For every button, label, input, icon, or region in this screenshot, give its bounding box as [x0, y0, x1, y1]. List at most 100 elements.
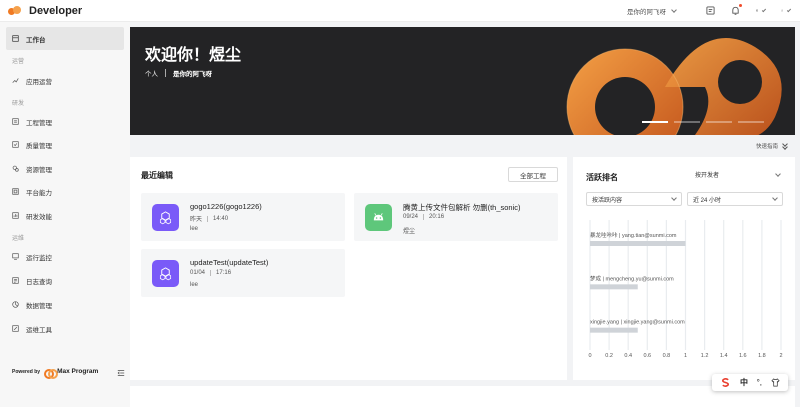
project-name: 腾黄上传文件包解析 勿删(th_sonic) — [403, 203, 521, 212]
x-tick-label: 1.8 — [758, 353, 766, 359]
sidebar-item-quality[interactable]: 质量管理 — [6, 133, 124, 156]
sidebar-item-project[interactable]: 工程管理 — [6, 110, 124, 133]
pager-dot[interactable] — [674, 121, 700, 123]
android-icon — [365, 204, 392, 231]
team-switcher[interactable]: 是你的阿飞呀 — [627, 6, 677, 16]
document-icon[interactable] — [706, 6, 715, 15]
x-tick-label: 0.4 — [624, 353, 632, 359]
bar[interactable] — [590, 327, 638, 333]
activity-ranking-title: 活跃排名 — [586, 173, 618, 182]
ime-toolbar[interactable]: 中 °, — [712, 374, 788, 391]
sidebar-item-resource[interactable]: 资源管理 — [6, 157, 124, 180]
project-card[interactable]: updateTest(updateTest) 01/04 17:16 lee — [141, 249, 345, 297]
x-tick-label: 1.4 — [720, 353, 728, 359]
x-tick-label: 1.6 — [739, 353, 747, 359]
project-owner: lee — [190, 282, 199, 288]
sidebar-item-label: 应用运营 — [26, 78, 52, 86]
sogou-logo-icon[interactable] — [720, 377, 731, 388]
nav-group-label: 运维 — [12, 236, 25, 242]
sidebar-item-data[interactable]: 数据管理 — [6, 293, 124, 316]
divider — [423, 214, 425, 220]
pager-dot[interactable] — [738, 121, 764, 123]
bottom-panel — [130, 386, 795, 407]
account-switch: 个人 是你的阿飞呀 — [145, 68, 212, 78]
recent-edits-panel: 最近编辑 全部工程 gogo1226(gogo1226) 昨天 14:40 le… — [130, 157, 567, 380]
activity-chart: 0 0.2 0.4 0.6 0.8 1 1.2 1.4 1.6 1.8 2 暴龙哇咔咔 | yang.… — [588, 220, 783, 359]
recent-edits-title: 最近编辑 — [141, 171, 173, 180]
sidebar-item-label: 工作台 — [26, 36, 46, 44]
sidebar-item-logs[interactable]: 日志查询 — [6, 269, 124, 292]
x-tick-label: 1 — [684, 353, 687, 359]
sidebar-item-platform[interactable]: 平台能力 — [6, 180, 124, 203]
notification-dot — [739, 4, 742, 7]
all-projects-button[interactable]: 全部工程 — [508, 167, 558, 182]
nav-group-label: 运营 — [12, 59, 25, 65]
chevron-down-icon — [671, 6, 677, 13]
period-select-value: 近 24 小时 — [693, 197, 722, 204]
project-card[interactable]: 腾黄上传文件包解析 勿删(th_sonic) 09/24 20:16 煜尘 — [354, 193, 558, 241]
project-meta: 09/24 20:16 — [403, 214, 444, 220]
trend-chart-icon — [12, 78, 19, 83]
sidebar-item-label: 资源管理 — [26, 166, 52, 174]
content-select[interactable]: 按活跃内容 — [586, 192, 682, 206]
sidebar-item-workbench[interactable]: 工作台 — [6, 27, 124, 50]
ime-punctuation-toggle[interactable]: °, — [757, 378, 762, 387]
cube-app-icon — [152, 260, 179, 287]
sidebar-item-efficiency[interactable]: 研发效能 — [6, 204, 124, 227]
sidebar-item-tools[interactable]: 运维工具 — [6, 317, 124, 340]
project-icon — [12, 118, 19, 125]
project-date: 01/04 — [190, 270, 206, 276]
powered-by-label: Powered by — [12, 368, 41, 375]
project-time: 14:40 — [213, 215, 229, 222]
sidebar-item-app-ops[interactable]: 应用运营 — [6, 69, 124, 92]
tools-icon — [12, 325, 19, 332]
project-date: 09/24 — [403, 214, 419, 220]
top-right-actions: 是你的阿飞呀 — [627, 4, 792, 16]
quick-guide-toggle[interactable]: 快速指南 — [756, 142, 788, 150]
chevron-down-icon — [775, 170, 781, 177]
x-tick-label: 0.8 — [663, 353, 671, 359]
project-name: gogo1226(gogo1226) — [190, 202, 262, 211]
resource-icon — [12, 165, 19, 172]
divider — [207, 215, 209, 222]
ime-language-toggle[interactable]: 中 — [740, 377, 748, 388]
bell-icon[interactable] — [731, 4, 742, 15]
x-tick-label: 0.6 — [643, 353, 651, 359]
max-program-logo-icon — [44, 368, 59, 379]
app-logo[interactable]: Developer — [8, 5, 82, 17]
divider — [165, 69, 166, 77]
developer-select[interactable]: 按开发者 — [695, 170, 781, 179]
sidebar-item-monitor[interactable]: 运行监控 — [6, 245, 124, 268]
bar[interactable] — [590, 284, 638, 290]
user-icon[interactable] — [781, 6, 792, 15]
period-select[interactable]: 近 24 小时 — [687, 192, 783, 206]
shirt-skin-icon[interactable] — [771, 378, 780, 387]
chevron-down-icon — [762, 7, 767, 12]
home-icon — [12, 35, 19, 42]
quality-icon — [12, 141, 19, 148]
platform-icon — [12, 188, 19, 195]
personal-tab[interactable]: 个人 — [145, 68, 158, 78]
efficiency-icon — [12, 212, 19, 219]
bar[interactable] — [590, 241, 686, 246]
project-owner: 煜尘 — [403, 229, 416, 235]
project-meta: 01/04 17:16 — [190, 270, 231, 276]
pager-dot[interactable] — [706, 121, 732, 123]
app-grid-icon[interactable] — [756, 6, 767, 15]
log-icon — [12, 277, 19, 284]
project-meta: 昨天 14:40 — [190, 214, 228, 223]
menu-collapse-icon[interactable] — [117, 369, 125, 377]
nav-group-label: 研发 — [12, 101, 25, 107]
data-icon — [12, 301, 19, 308]
project-card[interactable]: gogo1226(gogo1226) 昨天 14:40 lee — [141, 193, 345, 241]
team-tab[interactable]: 是你的阿飞呀 — [173, 68, 212, 78]
sidebar: 工作台 运营 应用运营 研发 工程管理 质量管理 资源管理 平台能力 研发效能 … — [0, 22, 130, 407]
sidebar-item-label: 日志查询 — [26, 278, 52, 286]
x-tick-label: 0.2 — [605, 353, 613, 359]
pager-dot[interactable] — [642, 121, 668, 123]
sidebar-item-label: 工程管理 — [26, 119, 52, 127]
category-label: 暴龙哇咔咔 | yang.tian@sunmi.com — [590, 231, 677, 239]
chevron-down-icon — [671, 195, 677, 201]
banner-pager — [642, 121, 770, 123]
activity-ranking-panel: 活跃排名 按开发者 按活跃内容 近 24 小时 0 0.2 0.4 0.6 0.8 1 1.… — [573, 157, 795, 380]
